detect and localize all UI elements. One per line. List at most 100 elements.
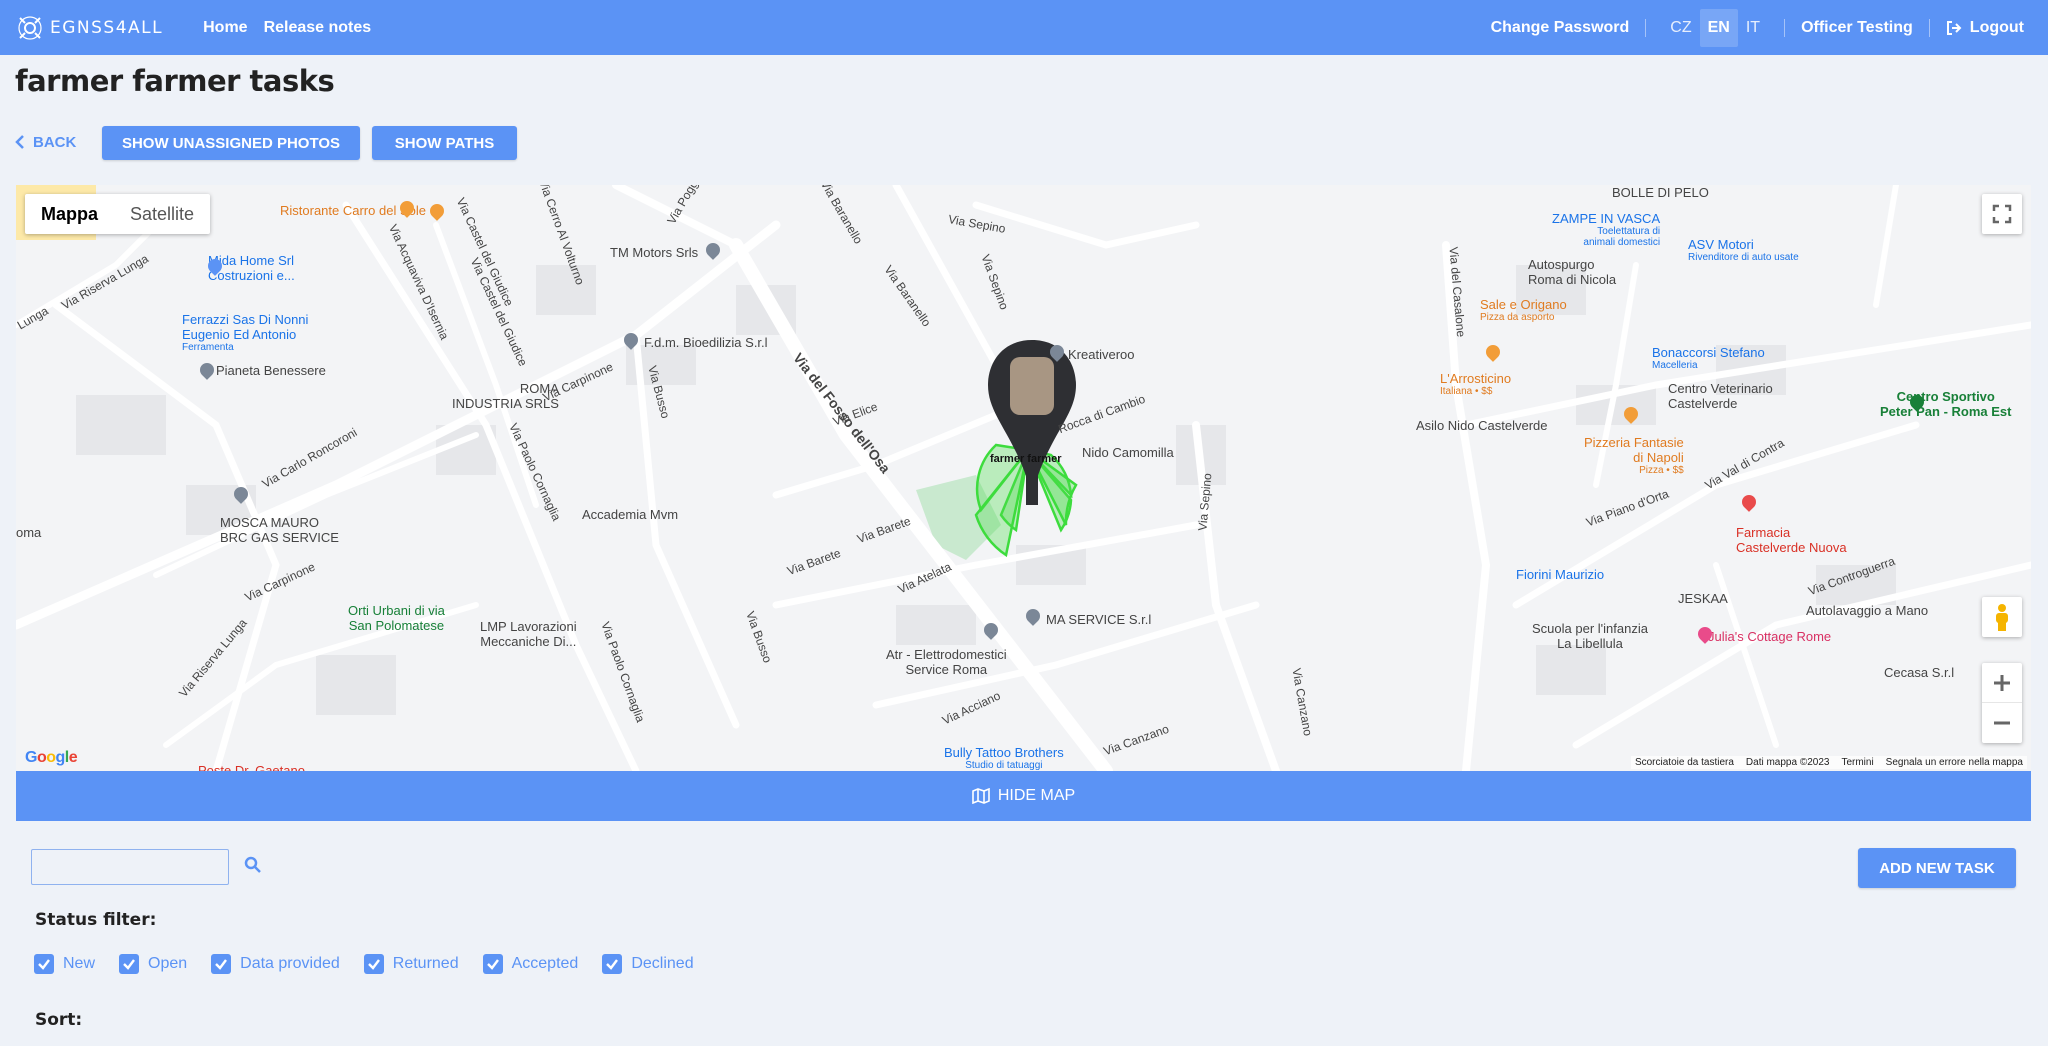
poi-posta[interactable]: Poste Dr. Gaetano	[198, 763, 305, 771]
poi-label: MA SERVICE S.r.l	[1046, 612, 1152, 627]
plus-icon	[1994, 674, 2010, 691]
poi-label: Centro Veterinario	[1668, 381, 1773, 396]
filter-returned[interactable]: Returned	[363, 954, 459, 974]
poi-label: Roma di Nicola	[1528, 272, 1617, 287]
poi-mosca[interactable]: MOSCA MAURO BRC GAS SERVICE	[220, 515, 339, 545]
poi-bolle[interactable]: BOLLE DI PELO	[1612, 185, 1709, 200]
map-type-mappa-button[interactable]: Mappa	[25, 194, 114, 234]
poi-label: Orti Urbani di via	[348, 603, 445, 618]
poi-ristorante[interactable]: Ristorante Carro del Sole	[280, 200, 447, 221]
poi-farmacia[interactable]: Farmacia Castelverde Nuova	[1736, 525, 1847, 555]
poi-asilo[interactable]: Asilo Nido Castelverde	[1416, 418, 1548, 433]
map-type-control: Mappa Satellite	[25, 194, 211, 234]
poi-fdm[interactable]: F.d.m. Bioedilizia S.r.l	[644, 335, 768, 350]
poi-julia[interactable]: Julia's Cottage Rome	[1708, 629, 1831, 644]
street-view-button[interactable]	[1982, 597, 2022, 637]
nav-home-link[interactable]: Home	[203, 19, 247, 37]
divider	[1928, 18, 1930, 37]
poi-ferrazzi[interactable]: Ferrazzi Sas Di Nonni Eugenio Ed Antonio F…	[182, 312, 308, 353]
chevron-left-icon	[15, 135, 24, 149]
logout-button[interactable]: Logout	[1946, 19, 2024, 37]
add-new-task-button[interactable]: ADD NEW TASK	[1858, 848, 2016, 888]
restaurant-icon	[427, 200, 447, 221]
sort-label: Sort:	[35, 1010, 83, 1030]
lang-cz[interactable]: CZ	[1662, 9, 1699, 47]
poi-fiorini[interactable]: Fiorini Maurizio	[1516, 567, 1604, 582]
poi-centro-vet[interactable]: Centro Veterinario Castelverde	[1668, 381, 1773, 411]
poi-ma-service[interactable]: MA SERVICE S.r.l	[1046, 612, 1151, 627]
keyboard-shortcuts-link[interactable]: Scorciatoie da tastiera	[1635, 757, 1734, 768]
lang-en[interactable]: EN	[1699, 8, 1738, 47]
photo-marker[interactable]	[988, 335, 1078, 505]
nav-release-notes-link[interactable]: Release notes	[264, 19, 372, 37]
fullscreen-button[interactable]	[1982, 194, 2022, 234]
zoom-out-button[interactable]	[1982, 703, 2022, 743]
show-paths-button[interactable]: SHOW PATHS	[372, 126, 517, 160]
poi-pizzeria[interactable]: Pizzeria Fantasie di Napoli Pizza • $$	[1584, 435, 1684, 476]
filter-declined[interactable]: Declined	[602, 954, 694, 974]
poi-label: San Polomatese	[348, 618, 445, 633]
poi-jeskaa[interactable]: JESKAA	[1678, 591, 1728, 606]
poi-lmp[interactable]: LMP Lavorazioni Meccaniche Di...	[480, 619, 577, 649]
poi-label: Pizzeria Fantasie	[1584, 435, 1684, 450]
filter-new[interactable]: New	[34, 954, 95, 974]
report-error-link[interactable]: Segnala un errore nella mappa	[1886, 757, 2023, 768]
status-filter-group: New Open Data provided Returned Accepted…	[34, 954, 718, 974]
checkbox-checked-icon[interactable]	[602, 954, 623, 974]
poi-nido[interactable]: Nido Camomilla	[1082, 445, 1174, 460]
map-type-satellite-button[interactable]: Satellite	[114, 194, 210, 234]
poi-bully[interactable]: Bully Tattoo Brothers Studio di tatuaggi	[944, 745, 1064, 771]
status-filter-label: Status filter:	[35, 910, 157, 930]
satellite-logo-icon	[18, 15, 42, 40]
poi-sale[interactable]: Sale e Origano Pizza da asporto	[1480, 297, 1567, 323]
hide-map-button[interactable]: HIDE MAP	[16, 771, 2031, 821]
poi-label: Atr - Elettrodomestici	[886, 647, 1007, 662]
filter-open[interactable]: Open	[119, 954, 187, 974]
checkbox-checked-icon[interactable]	[119, 954, 140, 974]
poi-label: Pianeta Benessere	[216, 363, 326, 378]
poi-atr[interactable]: Atr - Elettrodomestici Service Roma	[886, 647, 1007, 677]
poi-label: ASV Motori	[1688, 237, 1754, 252]
back-button[interactable]: BACK	[15, 126, 76, 158]
filter-accepted[interactable]: Accepted	[482, 954, 578, 974]
poi-label: L'Arrosticino	[1440, 371, 1512, 386]
poi-label: Cecasa S.r.l	[1884, 665, 1955, 680]
search-icon[interactable]	[244, 856, 262, 879]
filter-data-provided[interactable]: Data provided	[211, 954, 340, 974]
terms-link[interactable]: Termini	[1841, 757, 1873, 768]
poi-cecasa[interactable]: Cecasa S.r.l	[1884, 665, 1954, 680]
poi-asv[interactable]: ASV Motori Rivenditore di auto usate	[1688, 237, 1799, 263]
poi-arrosticino[interactable]: L'Arrosticino Italiana • $$	[1440, 371, 1511, 397]
poi-autospurgo[interactable]: Autospurgo Roma di Nicola	[1528, 257, 1616, 287]
poi-label: JESKAA	[1678, 591, 1728, 606]
poi-label: F.d.m. Bioedilizia S.r.l	[644, 335, 768, 350]
poi-pianeta[interactable]: Pianeta Benessere	[216, 363, 326, 378]
poi-orti[interactable]: Orti Urbani di via San Polomatese	[348, 603, 445, 633]
lang-it[interactable]: IT	[1738, 9, 1768, 47]
poi-sportivo[interactable]: Centro Sportivo Peter Pan - Roma Est	[1880, 389, 2012, 419]
logo[interactable]: EGNSS4ALL	[16, 14, 163, 42]
checkbox-checked-icon[interactable]	[211, 954, 232, 974]
poi-tm-motors[interactable]: TM Motors Srls	[610, 245, 698, 260]
divider	[1784, 18, 1786, 37]
poi-scuola[interactable]: Scuola per l'infanzia La Libellula	[1532, 621, 1648, 651]
poi-accademia[interactable]: Accademia Mvm	[582, 507, 678, 522]
poi-label: Pizza • $$	[1639, 465, 1684, 476]
checkbox-checked-icon[interactable]	[34, 954, 54, 974]
map-view[interactable]: Mappa Satellite Ristorante Carro del Sol…	[16, 185, 2031, 771]
poi-bonaccorsi[interactable]: Bonaccorsi Stefano Macelleria	[1652, 345, 1765, 371]
logout-label: Logout	[1969, 18, 2024, 36]
search-input[interactable]	[31, 849, 229, 885]
top-navbar: EGNSS4ALL Home Release notes Change Pass…	[0, 0, 2048, 55]
poi-autolavaggio[interactable]: Autolavaggio a Mano	[1806, 603, 1928, 618]
checkbox-checked-icon[interactable]	[363, 954, 384, 974]
user-name-link[interactable]: Officer Testing	[1801, 19, 1913, 37]
checkbox-checked-icon[interactable]	[482, 954, 503, 974]
change-password-link[interactable]: Change Password	[1491, 19, 1630, 37]
poi-zampe[interactable]: ZAMPE IN VASCA Toelettatura di animali dom…	[1552, 211, 1660, 248]
zoom-in-button[interactable]	[1982, 663, 2022, 703]
show-unassigned-photos-button[interactable]: SHOW UNASSIGNED PHOTOS	[102, 126, 360, 160]
poi-label: Asilo Nido Castelverde	[1416, 418, 1548, 433]
logo-text: EGNSS4ALL	[50, 17, 164, 38]
poi-label: Meccaniche Di...	[480, 634, 577, 649]
